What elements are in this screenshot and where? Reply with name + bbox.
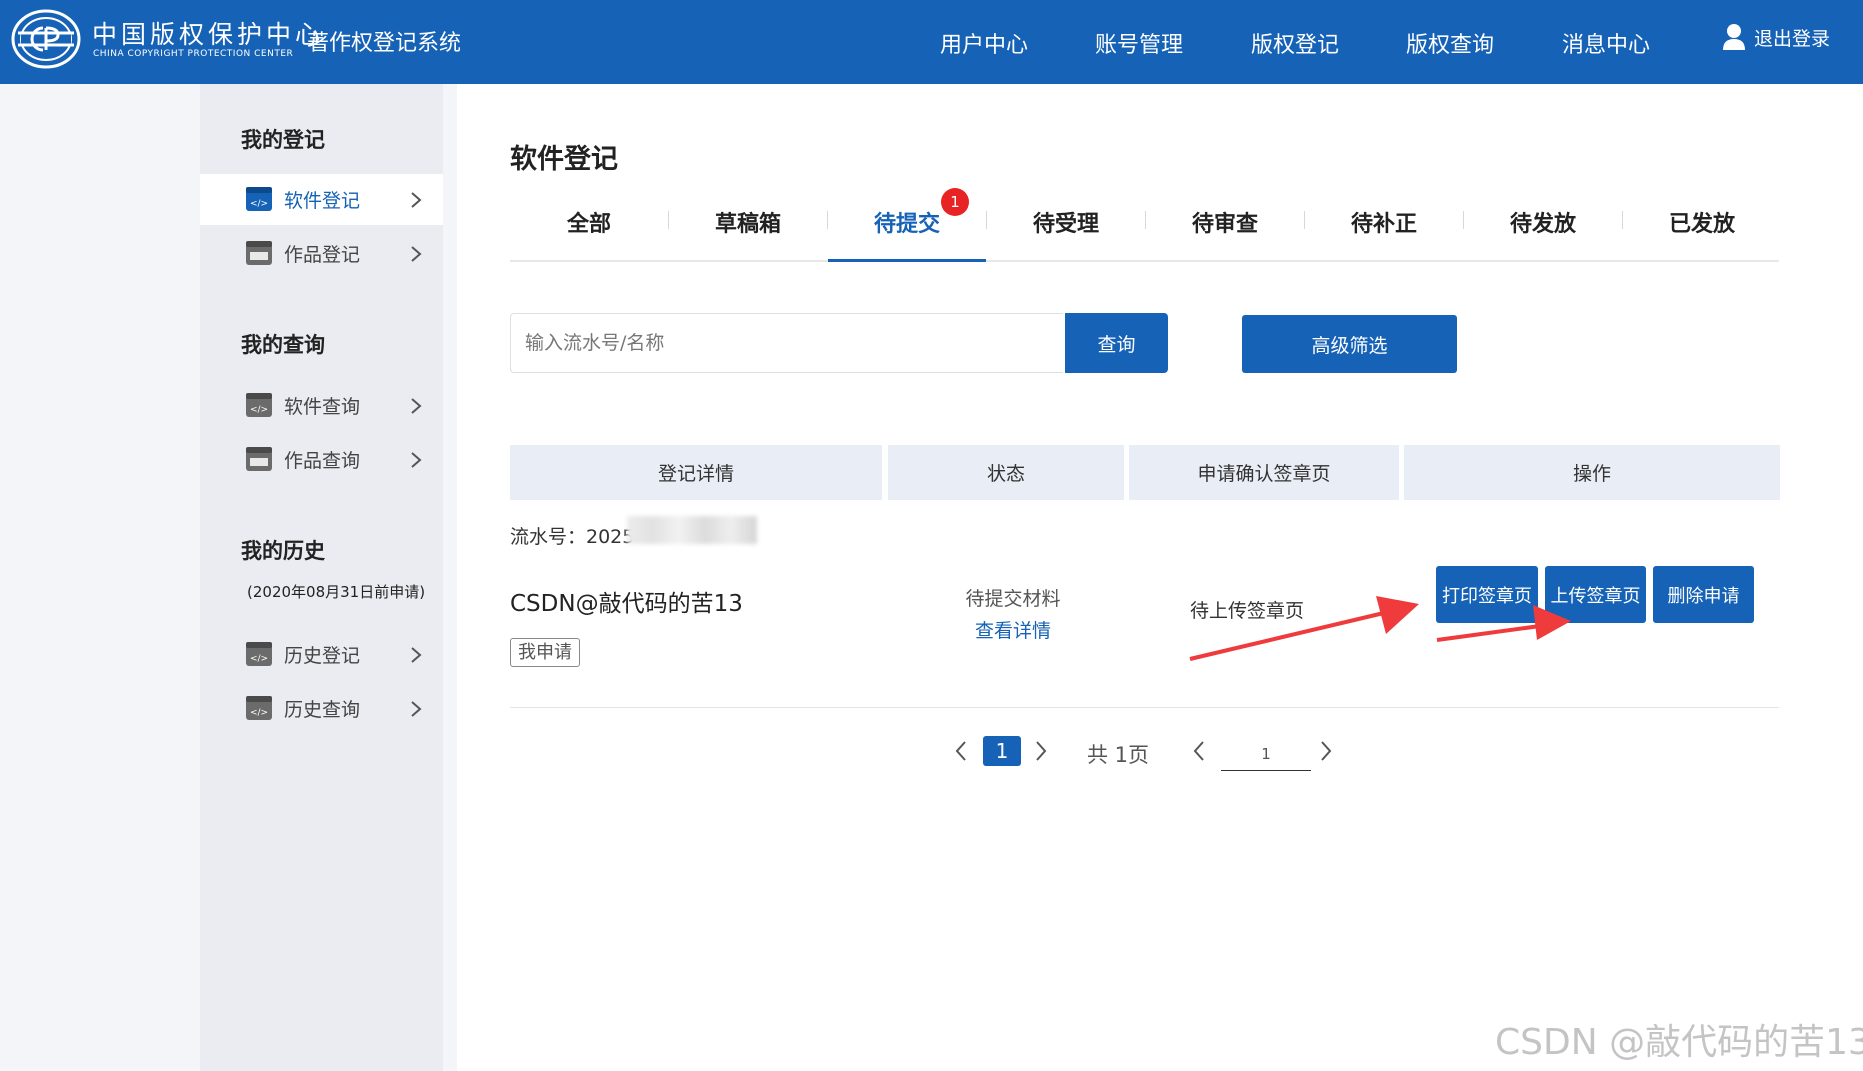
tab-drafts[interactable]: 草稿箱: [669, 206, 827, 238]
pending-count-badge: 1: [941, 188, 969, 216]
row-divider: [510, 707, 1779, 708]
csdn-watermark: CSDN @敲代码的苦13: [1495, 1022, 1863, 1063]
table-header-signature-page: 申请确认签章页: [1129, 445, 1399, 500]
main-panel: 软件登记 全部 草稿箱 待提交 待受理 待审查 待补正 待发放 已发放 1 查询…: [457, 84, 1863, 1071]
software-name: CSDN@敲代码的苦13: [510, 591, 743, 617]
applicant-tag: 我申请: [510, 638, 580, 667]
chevron-right-icon: [411, 246, 422, 262]
tab-pending-accept[interactable]: 待受理: [987, 206, 1145, 238]
sidebar-item-label: 作品查询: [284, 450, 361, 472]
logo-english-text: CHINA COPYRIGHT PROTECTION CENTER: [93, 49, 294, 59]
delete-application-button[interactable]: 删除申请: [1653, 566, 1754, 623]
serial-number-redacted: [627, 516, 757, 544]
sidebar-item-label: 软件登记: [284, 190, 361, 212]
logo-chinese-text: 中国版权保护中心: [92, 20, 325, 49]
sidebar-item-history-registration[interactable]: </> 历史登记: [200, 629, 443, 680]
sidebar-item-label: 历史查询: [284, 699, 361, 721]
work-document-icon: [246, 241, 272, 265]
sidebar-item-label: 历史登记: [284, 645, 361, 667]
jump-prev-icon[interactable]: [1192, 740, 1206, 762]
chevron-right-icon: [411, 701, 422, 717]
view-details-link[interactable]: 查看详情: [913, 616, 1113, 643]
nav-user-center[interactable]: 用户中心: [940, 27, 1028, 59]
sidebar-history-note: (2020年08月31日前申请): [247, 583, 426, 601]
sidebar-section-title-history: 我的历史: [241, 539, 325, 563]
advanced-filter-button[interactable]: 高级筛选: [1242, 315, 1457, 373]
chevron-right-icon: [411, 452, 422, 468]
svg-text:</>: </>: [250, 405, 268, 415]
top-header: 中国版权保护中心 CHINA COPYRIGHT PROTECTION CENT…: [0, 0, 1863, 84]
code-window-icon: </>: [246, 187, 272, 211]
code-window-icon: </>: [246, 393, 272, 417]
search-input[interactable]: [510, 313, 1063, 373]
chevron-right-icon: [411, 398, 422, 414]
sidebar-item-work-registration[interactable]: 作品登记: [200, 228, 443, 279]
upload-signature-page-button[interactable]: 上传签章页: [1545, 566, 1646, 623]
tab-issued[interactable]: 已发放: [1623, 206, 1781, 238]
copyright-center-logo-icon: [11, 9, 81, 69]
sidebar-section-title-query: 我的查询: [241, 333, 325, 357]
table-header-status: 状态: [888, 445, 1124, 500]
system-title: 著作权登记系统: [307, 31, 462, 56]
sidebar-item-software-query[interactable]: </> 软件查询: [200, 380, 443, 431]
tab-pending-issue[interactable]: 待发放: [1464, 206, 1622, 238]
page-jump-input[interactable]: [1221, 738, 1311, 771]
svg-text:</>: </>: [250, 708, 268, 718]
active-tab-underline: [828, 259, 986, 262]
sidebar-item-work-query[interactable]: 作品查询: [200, 434, 443, 485]
prev-page-icon[interactable]: [954, 740, 968, 762]
work-document-icon: [246, 447, 272, 471]
logout-button[interactable]: 退出登录: [1722, 23, 1830, 51]
sidebar: 我的登记 </> 软件登记 作品登记 我的查询 </> 软件查询 作品查询 我的…: [200, 84, 443, 1071]
tab-pending-review[interactable]: 待审查: [1146, 206, 1304, 238]
total-pages: 共 1页: [1087, 743, 1150, 767]
tabs-baseline: [510, 260, 1779, 262]
sidebar-item-history-query[interactable]: </> 历史查询: [200, 683, 443, 734]
nav-copyright-query[interactable]: 版权查询: [1406, 27, 1494, 59]
code-window-icon: </>: [246, 642, 272, 666]
sidebar-item-software-registration[interactable]: </> 软件登记: [200, 174, 443, 225]
svg-text:</>: </>: [250, 654, 268, 664]
code-window-icon: </>: [246, 696, 272, 720]
current-page-button[interactable]: 1: [983, 736, 1021, 766]
logout-label: 退出登录: [1754, 27, 1831, 50]
signature-page-status: 待上传签章页: [1189, 600, 1304, 622]
nav-message-center[interactable]: 消息中心: [1562, 27, 1650, 59]
tab-all[interactable]: 全部: [510, 206, 668, 238]
jump-next-icon[interactable]: [1319, 740, 1333, 762]
page-title: 软件登记: [510, 144, 618, 175]
nav-account-management[interactable]: 账号管理: [1095, 27, 1183, 59]
chevron-right-icon: [411, 192, 422, 208]
table-header-actions: 操作: [1404, 445, 1780, 500]
chevron-right-icon: [411, 647, 422, 663]
user-icon: [1723, 24, 1745, 50]
nav-copyright-registration[interactable]: 版权登记: [1251, 27, 1339, 59]
sidebar-section-title-registration: 我的登记: [241, 128, 325, 152]
search-button[interactable]: 查询: [1065, 313, 1168, 373]
status-text: 待提交材料: [965, 588, 1061, 610]
svg-text:</>: </>: [250, 199, 268, 209]
sidebar-item-label: 软件查询: [284, 396, 361, 418]
next-page-icon[interactable]: [1034, 740, 1048, 762]
table-header-details: 登记详情: [510, 445, 882, 500]
tab-pending-correction[interactable]: 待补正: [1305, 206, 1463, 238]
serial-number: 流水号：2025: [510, 526, 635, 548]
print-signature-page-button[interactable]: 打印签章页: [1436, 566, 1538, 623]
sidebar-item-label: 作品登记: [284, 244, 361, 266]
